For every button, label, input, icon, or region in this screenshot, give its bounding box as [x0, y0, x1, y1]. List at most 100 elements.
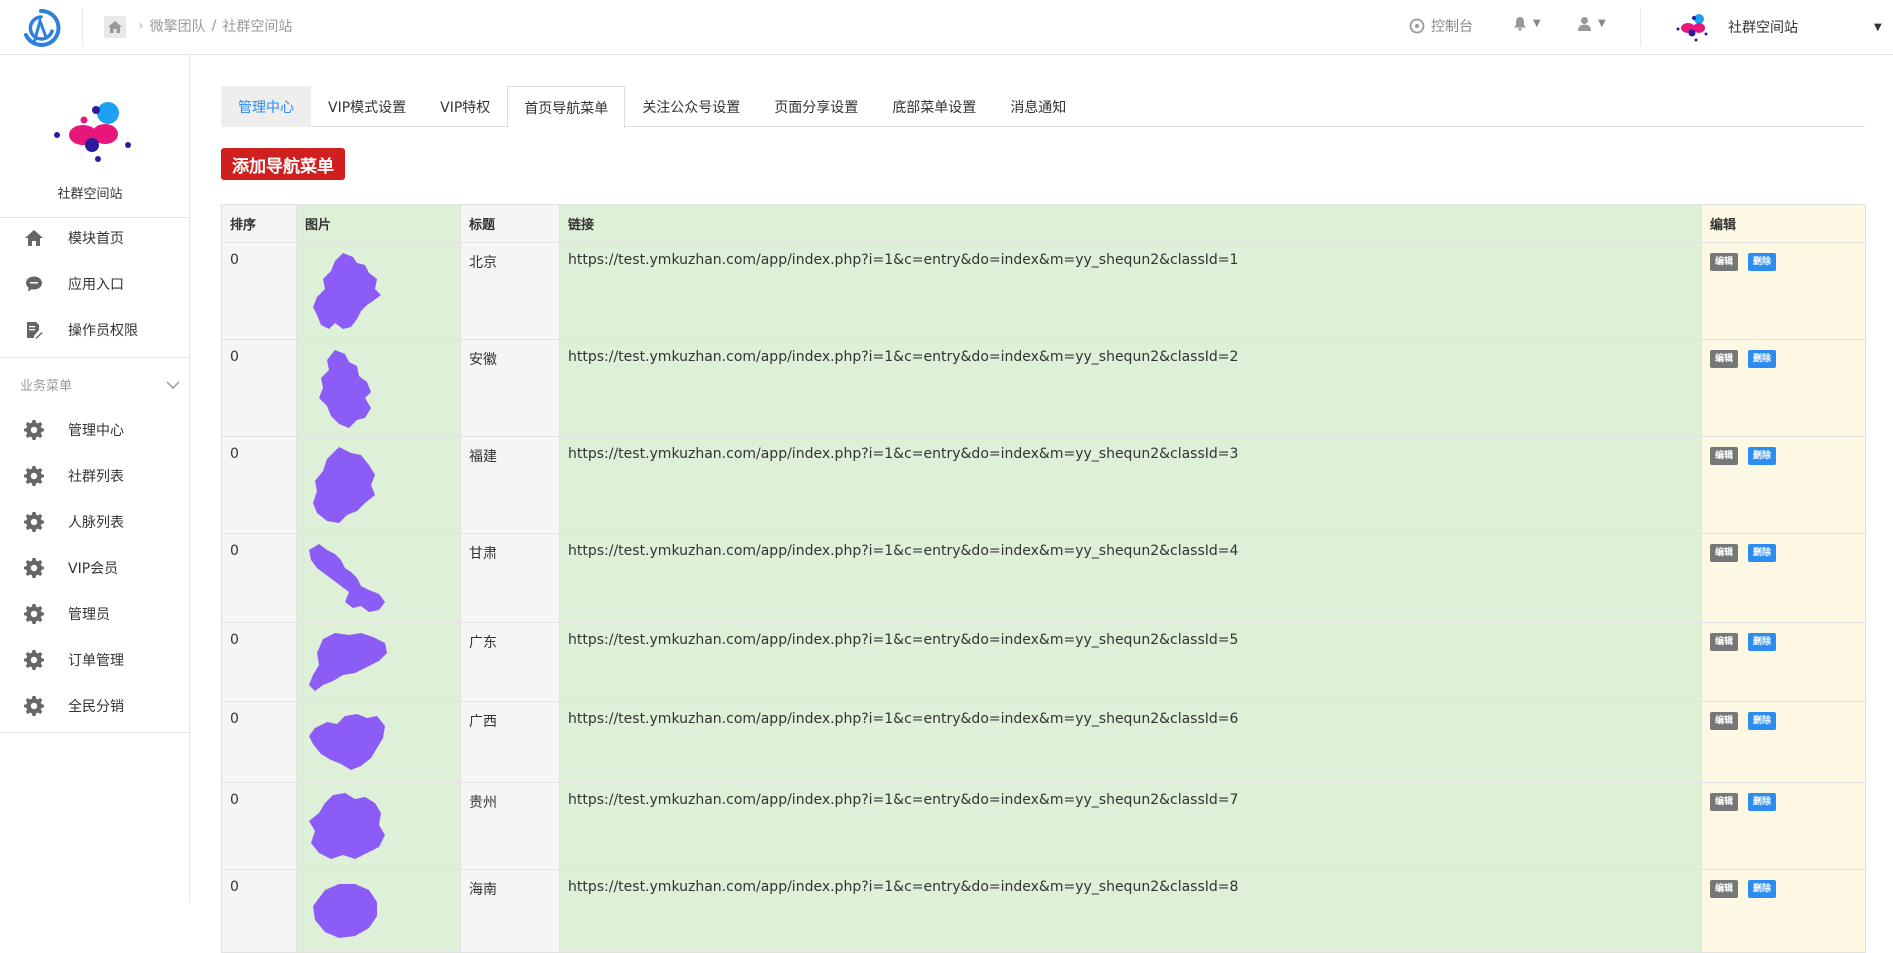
gear-icon: [22, 602, 46, 626]
delete-button[interactable]: 删除: [1748, 253, 1777, 271]
row-actions: 编辑 删除: [1701, 339, 1866, 437]
edit-button[interactable]: 编辑: [1710, 253, 1739, 271]
user-icon: [1578, 17, 1591, 31]
table-row: 0 广东 https://test.ymkuzhan.com/app/index…: [221, 622, 1866, 702]
table-row: 0 北京 https://test.ymkuzhan.com/app/index…: [221, 242, 1866, 340]
edit-button[interactable]: 编辑: [1710, 447, 1739, 465]
tab-page-share-settings[interactable]: 页面分享设置: [757, 86, 875, 127]
home-icon[interactable]: [104, 16, 126, 38]
delete-button[interactable]: 删除: [1748, 447, 1777, 465]
table-row: 0 甘肃 https://test.ymkuzhan.com/app/index…: [221, 533, 1866, 623]
row-title: 福建: [460, 436, 560, 534]
sidebar-item-community-list[interactable]: 社群列表: [0, 457, 190, 495]
sidebar-item-app-entry[interactable]: 应用入口: [0, 265, 190, 303]
table-row: 0 海南 https://test.ymkuzhan.com/app/index…: [221, 869, 1866, 953]
edit-button[interactable]: 编辑: [1710, 793, 1739, 811]
province-map-fujian-icon: [313, 447, 375, 523]
sidebar: 社群空间站 模块首页 应用入口 操作员权限 业务菜单 管理中心 社群列表 人脉列…: [0, 55, 190, 902]
row-link: https://test.ymkuzhan.com/app/index.php?…: [559, 782, 1702, 870]
sidebar-item-management-center[interactable]: 管理中心: [0, 411, 190, 449]
tab-bottom-menu-settings[interactable]: 底部菜单设置: [875, 86, 993, 127]
dashboard-icon: [1409, 18, 1425, 34]
bell-icon: [1514, 17, 1526, 31]
sidebar-item-operator-permissions[interactable]: 操作员权限: [0, 311, 190, 349]
row-title: 广东: [460, 622, 560, 702]
sidebar-item-administrators[interactable]: 管理员: [0, 595, 190, 633]
delete-button[interactable]: 删除: [1748, 544, 1777, 562]
row-actions: 编辑 删除: [1701, 622, 1866, 702]
nav-menu-table: 排序 图片 标题 链接 编辑 0 北京 https://test.ymkuzha…: [221, 204, 1866, 953]
sidebar-item-contacts-list[interactable]: 人脉列表: [0, 503, 190, 541]
sidebar-item-label: 订单管理: [68, 653, 124, 669]
sidebar-item-label: 管理中心: [68, 423, 124, 439]
row-image: [296, 339, 461, 437]
tab-bar: 管理中心 VIP模式设置 VIP特权 首页导航菜单 关注公众号设置 页面分享设置…: [221, 86, 1865, 128]
app-logo-icon[interactable]: [20, 7, 62, 49]
tab-home-nav-menu[interactable]: 首页导航菜单: [507, 86, 626, 128]
sidebar-item-order-management[interactable]: 订单管理: [0, 641, 190, 679]
delete-button[interactable]: 删除: [1748, 350, 1777, 368]
edit-doc-icon: [22, 318, 46, 342]
edit-button[interactable]: 编辑: [1710, 633, 1739, 651]
row-link: https://test.ymkuzhan.com/app/index.php?…: [559, 869, 1702, 953]
breadcrumb-item-team[interactable]: 微擎团队: [150, 16, 206, 36]
row-sort: 0: [221, 339, 297, 437]
table-row: 0 福建 https://test.ymkuzhan.com/app/index…: [221, 436, 1866, 534]
notifications-dropdown[interactable]: ▼: [1513, 16, 1541, 31]
delete-button[interactable]: 删除: [1748, 793, 1777, 811]
tab-follow-account-settings[interactable]: 关注公众号设置: [625, 86, 757, 127]
row-sort: 0: [221, 701, 297, 783]
sidebar-item-module-home[interactable]: 模块首页: [0, 219, 190, 257]
sidebar-item-label: 社群列表: [68, 469, 124, 485]
tab-message-notifications[interactable]: 消息通知: [993, 86, 1083, 127]
edit-button[interactable]: 编辑: [1710, 544, 1739, 562]
home-icon: [22, 226, 46, 250]
sidebar-item-distribution[interactable]: 全民分销: [0, 687, 190, 725]
tab-vip-privileges[interactable]: VIP特权: [423, 86, 507, 127]
account-switcher[interactable]: 社群空间站 ▼: [1672, 12, 1882, 42]
edit-button[interactable]: 编辑: [1710, 880, 1739, 898]
row-link: https://test.ymkuzhan.com/app/index.php?…: [559, 339, 1702, 437]
console-label: 控制台: [1431, 19, 1473, 35]
row-image: [296, 782, 461, 870]
caret-down-icon: ▼: [1598, 18, 1606, 29]
console-link[interactable]: 控制台: [1409, 16, 1473, 36]
edit-button[interactable]: 编辑: [1710, 350, 1739, 368]
province-map-guizhou-icon: [309, 793, 385, 859]
row-sort: 0: [221, 242, 297, 340]
sidebar-item-vip-members[interactable]: VIP会员: [0, 549, 190, 587]
province-map-beijing-icon: [313, 253, 381, 329]
site-logo-icon: [54, 102, 131, 162]
column-header-edit: 编辑: [1701, 204, 1866, 243]
row-link: https://test.ymkuzhan.com/app/index.php?…: [559, 242, 1702, 340]
gear-icon: [22, 648, 46, 672]
delete-button[interactable]: 删除: [1748, 880, 1777, 898]
sidebar-item-label: VIP会员: [68, 561, 119, 577]
row-sort: 0: [221, 533, 297, 623]
delete-button[interactable]: 删除: [1748, 633, 1777, 651]
column-header-link: 链接: [559, 204, 1702, 243]
column-header-image: 图片: [296, 204, 461, 243]
row-title: 海南: [460, 869, 560, 953]
tab-vip-mode-settings[interactable]: VIP模式设置: [311, 86, 423, 127]
tab-management-center[interactable]: 管理中心: [221, 86, 311, 127]
table-header-row: 排序 图片 标题 链接 编辑: [221, 204, 1866, 243]
delete-button[interactable]: 删除: [1748, 712, 1777, 730]
row-image: [296, 701, 461, 783]
row-title: 贵州: [460, 782, 560, 870]
sidebar-group-business-menu[interactable]: 业务菜单: [20, 375, 180, 394]
user-dropdown[interactable]: ▼: [1577, 16, 1606, 31]
row-title: 北京: [460, 242, 560, 340]
row-actions: 编辑 删除: [1701, 533, 1866, 623]
row-image: [296, 533, 461, 623]
account-name: 社群空间站: [1728, 20, 1798, 36]
add-nav-menu-button[interactable]: 添加导航菜单: [221, 148, 345, 180]
breadcrumb-item-site[interactable]: 社群空间站: [222, 16, 292, 36]
row-actions: 编辑 删除: [1701, 782, 1866, 870]
sidebar-item-label: 人脉列表: [68, 515, 124, 531]
chevron-down-icon: [166, 381, 180, 389]
sidebar-item-label: 应用入口: [68, 277, 124, 293]
sidebar-group-title: 业务菜单: [20, 379, 73, 394]
row-image: [296, 869, 461, 953]
edit-button[interactable]: 编辑: [1710, 712, 1739, 730]
